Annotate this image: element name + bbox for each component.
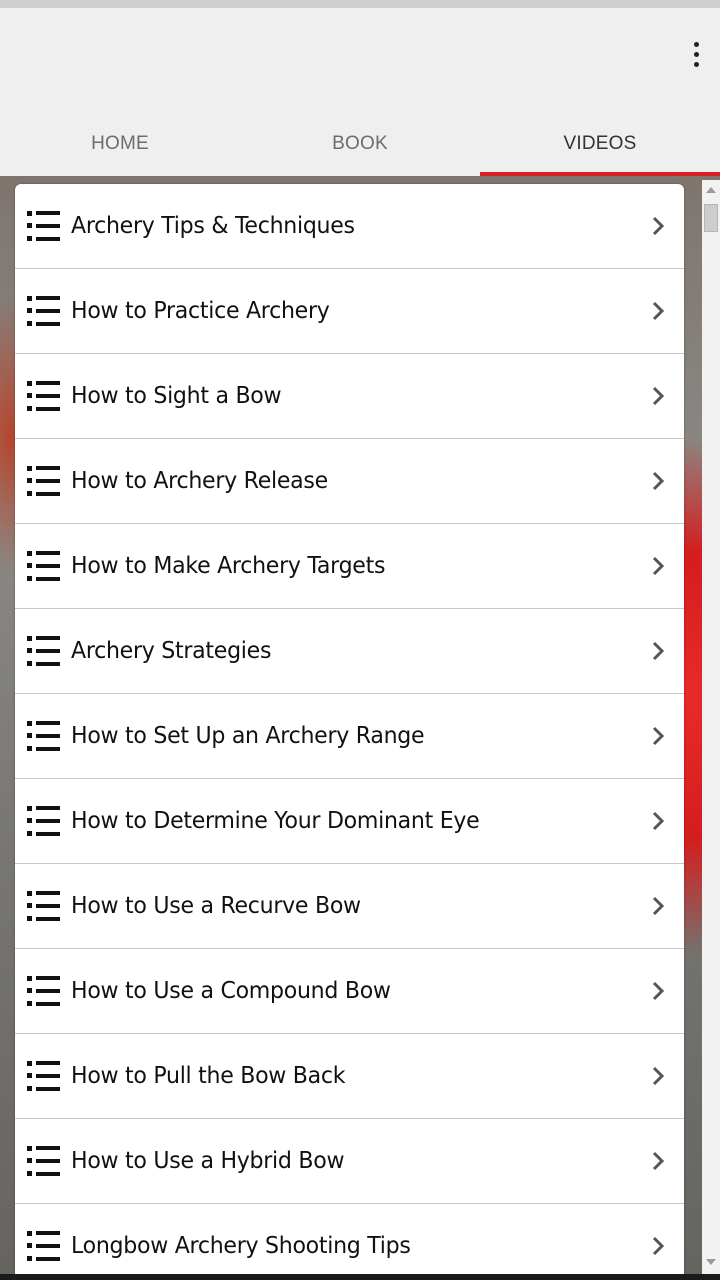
chevron-right-icon bbox=[650, 895, 666, 917]
list-item[interactable]: Archery Tips & Techniques bbox=[15, 184, 684, 269]
list-item-label: How to Make Archery Targets bbox=[71, 553, 386, 579]
list-item-label: How to Use a Hybrid Bow bbox=[71, 1148, 345, 1174]
list-item[interactable]: How to Set Up an Archery Range bbox=[15, 694, 684, 779]
list-icon bbox=[27, 719, 61, 753]
videos-content: Archery Tips & Techniques How to Practice… bbox=[0, 176, 720, 1274]
list-icon bbox=[27, 634, 61, 668]
list-item-label: How to Use a Compound Bow bbox=[71, 978, 391, 1004]
more-vert-icon bbox=[693, 41, 699, 47]
list-item[interactable]: Longbow Archery Shooting Tips bbox=[15, 1204, 684, 1274]
chevron-right-icon bbox=[650, 725, 666, 747]
tab-home[interactable]: HOME bbox=[0, 118, 240, 176]
scroll-thumb[interactable] bbox=[704, 204, 718, 232]
list-icon bbox=[27, 464, 61, 498]
scrollbar[interactable] bbox=[702, 180, 720, 1274]
chevron-right-icon bbox=[650, 1235, 666, 1257]
video-list: Archery Tips & Techniques How to Practice… bbox=[15, 184, 684, 1274]
list-icon bbox=[27, 1059, 61, 1093]
list-item-label: How to Sight a Bow bbox=[71, 383, 282, 409]
status-bar bbox=[0, 0, 720, 8]
more-options-button[interactable] bbox=[680, 32, 712, 76]
list-icon bbox=[27, 379, 61, 413]
list-item-label: How to Pull the Bow Back bbox=[71, 1063, 346, 1089]
list-icon bbox=[27, 974, 61, 1008]
list-icon bbox=[27, 294, 61, 328]
tab-book[interactable]: BOOK bbox=[240, 118, 480, 176]
chevron-right-icon bbox=[650, 470, 666, 492]
list-icon bbox=[27, 1144, 61, 1178]
chevron-right-icon bbox=[650, 385, 666, 407]
chevron-right-icon bbox=[650, 300, 666, 322]
list-item-label: How to Use a Recurve Bow bbox=[71, 893, 361, 919]
list-item[interactable]: How to Sight a Bow bbox=[15, 354, 684, 439]
navigation-bar bbox=[0, 1274, 720, 1280]
scroll-down-arrow-icon[interactable] bbox=[702, 1254, 720, 1270]
list-item[interactable]: How to Use a Compound Bow bbox=[15, 949, 684, 1034]
scroll-up-arrow-icon[interactable] bbox=[702, 182, 720, 198]
list-item-label: Longbow Archery Shooting Tips bbox=[71, 1233, 411, 1259]
tab-videos[interactable]: VIDEOS bbox=[480, 118, 720, 176]
list-item[interactable]: Archery Strategies bbox=[15, 609, 684, 694]
list-item-label: How to Determine Your Dominant Eye bbox=[71, 808, 480, 834]
tab-bar: HOME BOOK VIDEOS bbox=[0, 118, 720, 176]
list-icon bbox=[27, 1229, 61, 1263]
tab-label: BOOK bbox=[332, 133, 388, 154]
tab-label: VIDEOS bbox=[563, 133, 637, 154]
list-item-label: How to Practice Archery bbox=[71, 298, 330, 324]
list-item[interactable]: How to Determine Your Dominant Eye bbox=[15, 779, 684, 864]
chevron-right-icon bbox=[650, 810, 666, 832]
list-item-label: Archery Tips & Techniques bbox=[71, 213, 355, 239]
tab-label: HOME bbox=[91, 133, 149, 154]
list-icon bbox=[27, 889, 61, 923]
list-icon bbox=[27, 804, 61, 838]
list-item[interactable]: How to Use a Hybrid Bow bbox=[15, 1119, 684, 1204]
list-item-label: How to Set Up an Archery Range bbox=[71, 723, 425, 749]
list-item[interactable]: How to Make Archery Targets bbox=[15, 524, 684, 609]
list-item[interactable]: How to Pull the Bow Back bbox=[15, 1034, 684, 1119]
chevron-right-icon bbox=[650, 555, 666, 577]
chevron-right-icon bbox=[650, 1150, 666, 1172]
list-icon bbox=[27, 209, 61, 243]
chevron-right-icon bbox=[650, 1065, 666, 1087]
list-item[interactable]: How to Use a Recurve Bow bbox=[15, 864, 684, 949]
chevron-right-icon bbox=[650, 980, 666, 1002]
list-item[interactable]: How to Archery Release bbox=[15, 439, 684, 524]
chevron-right-icon bbox=[650, 640, 666, 662]
list-item[interactable]: How to Practice Archery bbox=[15, 269, 684, 354]
list-icon bbox=[27, 549, 61, 583]
list-item-label: Archery Strategies bbox=[71, 638, 272, 664]
list-item-label: How to Archery Release bbox=[71, 468, 328, 494]
chevron-right-icon bbox=[650, 215, 666, 237]
